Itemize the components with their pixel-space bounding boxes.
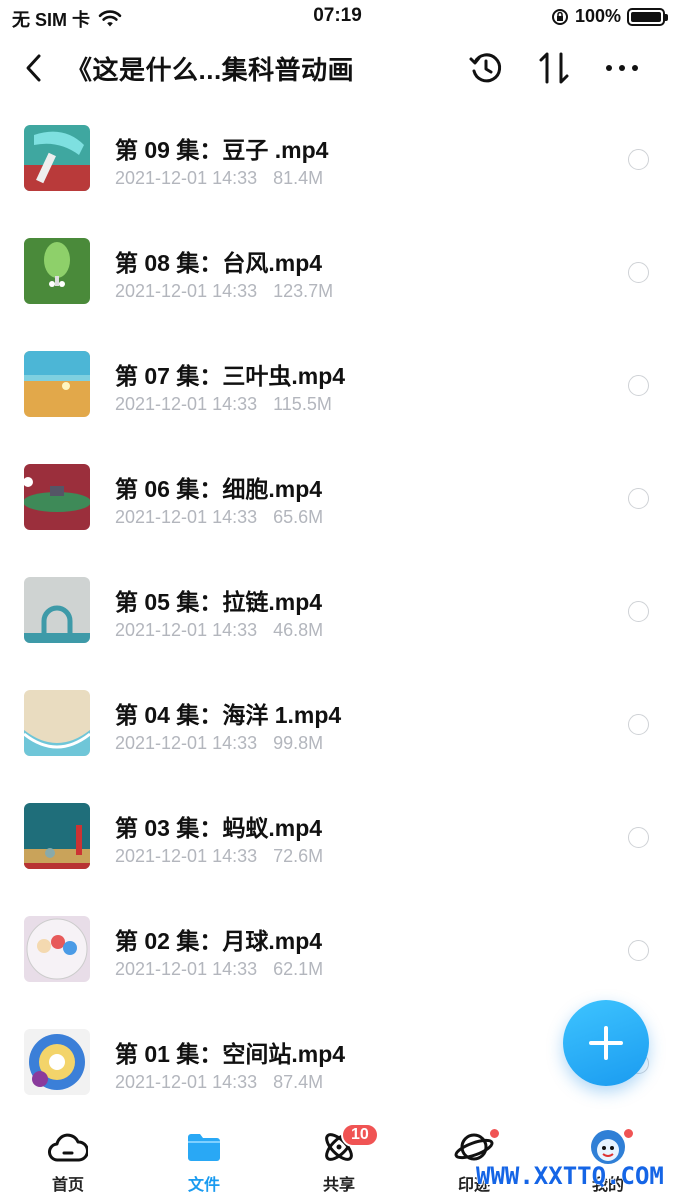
sort-button[interactable] bbox=[534, 48, 574, 88]
file-date: 2021-12-01 14:33 bbox=[115, 394, 258, 414]
file-size: 81.4M bbox=[273, 168, 324, 188]
file-name: 第 04 集：海洋 1.mp4 bbox=[115, 702, 342, 728]
file-list: 第 09 集：豆子 .mp4 2021-12-01 14:33 81.4M 第 0… bbox=[0, 102, 675, 1119]
file-meta: 2021-12-01 14:33 81.4M bbox=[115, 168, 323, 189]
file-size: 46.8M bbox=[273, 620, 324, 640]
file-name: 第 01 集：空间站.mp4 bbox=[115, 1041, 346, 1067]
video-thumbnail bbox=[24, 1029, 90, 1095]
battery-percent: 100% bbox=[574, 6, 621, 26]
site-watermark: WWW.XXTTQ.COM bbox=[476, 1162, 664, 1190]
video-thumbnail bbox=[24, 125, 90, 191]
file-meta: 2021-12-01 14:33 62.1M bbox=[115, 959, 323, 980]
select-radio[interactable] bbox=[628, 488, 649, 509]
file-list-screen: 无 SIM 卡 07:19 100% 《这是什么...集科普动画 第 09 集：… bbox=[0, 0, 675, 1200]
file-name: 第 02 集：月球.mp4 bbox=[115, 928, 323, 954]
file-meta: 2021-12-01 14:33 123.7M bbox=[115, 281, 333, 302]
file-row[interactable]: 第 02 集：月球.mp4 2021-12-01 14:33 62.1M bbox=[0, 893, 675, 1006]
nav-header: 《这是什么...集科普动画 bbox=[0, 38, 675, 98]
file-date: 2021-12-01 14:33 bbox=[115, 168, 258, 188]
notification-dot bbox=[622, 1127, 635, 1140]
tab-home[interactable]: 首页 bbox=[18, 1127, 118, 1197]
battery-icon bbox=[627, 7, 668, 26]
select-radio[interactable] bbox=[628, 375, 649, 396]
file-date: 2021-12-01 14:33 bbox=[115, 281, 258, 301]
sort-icon bbox=[539, 52, 569, 84]
file-date: 2021-12-01 14:33 bbox=[115, 846, 258, 866]
chevron-left-icon bbox=[26, 54, 41, 82]
video-thumbnail bbox=[24, 351, 90, 417]
file-size: 65.6M bbox=[273, 507, 324, 527]
select-radio[interactable] bbox=[628, 262, 649, 283]
status-right: 100% bbox=[551, 6, 668, 27]
select-radio[interactable] bbox=[628, 149, 649, 170]
video-thumbnail bbox=[24, 577, 90, 643]
orientation-lock-icon bbox=[551, 8, 568, 25]
file-meta: 2021-12-01 14:33 87.4M bbox=[115, 1072, 323, 1093]
video-thumbnail bbox=[24, 916, 90, 982]
file-size: 72.6M bbox=[273, 846, 324, 866]
file-meta: 2021-12-01 14:33 65.6M bbox=[115, 507, 323, 528]
file-meta: 2021-12-01 14:33 99.8M bbox=[115, 733, 323, 754]
tab-label: 首页 bbox=[51, 1177, 84, 1194]
file-name: 第 08 集：台风.mp4 bbox=[115, 250, 323, 276]
select-radio[interactable] bbox=[628, 940, 649, 961]
folder-icon bbox=[188, 1134, 220, 1161]
history-icon bbox=[469, 53, 502, 83]
file-date: 2021-12-01 14:33 bbox=[115, 959, 258, 979]
notification-badge: 10 bbox=[341, 1123, 379, 1147]
video-thumbnail bbox=[24, 464, 90, 530]
select-radio[interactable] bbox=[628, 827, 649, 848]
tab-share[interactable]: 10 共享 bbox=[289, 1123, 389, 1197]
file-row[interactable]: 第 06 集：细胞.mp4 2021-12-01 14:33 65.6M bbox=[0, 441, 675, 554]
page-title: 《这是什么...集科普动画 bbox=[66, 55, 355, 85]
file-size: 99.8M bbox=[273, 733, 324, 753]
tab-label: 文件 bbox=[187, 1177, 220, 1194]
file-meta: 2021-12-01 14:33 72.6M bbox=[115, 846, 323, 867]
file-size: 115.5M bbox=[273, 394, 332, 414]
add-button[interactable] bbox=[563, 1000, 649, 1086]
file-date: 2021-12-01 14:33 bbox=[115, 620, 258, 640]
file-name: 第 09 集：豆子 .mp4 bbox=[115, 137, 329, 163]
file-name: 第 05 集：拉链.mp4 bbox=[115, 589, 323, 615]
more-icon bbox=[606, 65, 638, 71]
file-size: 62.1M bbox=[273, 959, 324, 979]
select-radio[interactable] bbox=[628, 714, 649, 735]
video-thumbnail bbox=[24, 803, 90, 869]
file-date: 2021-12-01 14:33 bbox=[115, 507, 258, 527]
file-row[interactable]: 第 08 集：台风.mp4 2021-12-01 14:33 123.7M bbox=[0, 215, 675, 328]
more-button[interactable] bbox=[602, 48, 642, 88]
file-row[interactable]: 第 03 集：蚂蚁.mp4 2021-12-01 14:33 72.6M bbox=[0, 780, 675, 893]
plus-icon bbox=[589, 1026, 623, 1060]
video-thumbnail bbox=[24, 690, 90, 756]
notification-dot bbox=[488, 1127, 501, 1140]
status-bar: 无 SIM 卡 07:19 100% bbox=[0, 0, 675, 34]
tab-label: 共享 bbox=[322, 1177, 355, 1194]
tab-files[interactable]: 文件 bbox=[154, 1127, 254, 1197]
file-name: 第 06 集：细胞.mp4 bbox=[115, 476, 323, 502]
file-date: 2021-12-01 14:33 bbox=[115, 733, 258, 753]
back-button[interactable] bbox=[16, 48, 52, 88]
history-button[interactable] bbox=[466, 48, 506, 88]
file-row[interactable]: 第 05 集：拉链.mp4 2021-12-01 14:33 46.8M bbox=[0, 554, 675, 667]
file-name: 第 03 集：蚂蚁.mp4 bbox=[115, 815, 323, 841]
video-thumbnail bbox=[24, 238, 90, 304]
file-row[interactable]: 第 04 集：海洋 1.mp4 2021-12-01 14:33 99.8M bbox=[0, 667, 675, 780]
file-row[interactable]: 第 09 集：豆子 .mp4 2021-12-01 14:33 81.4M bbox=[0, 102, 675, 215]
file-meta: 2021-12-01 14:33 115.5M bbox=[115, 394, 332, 415]
file-size: 123.7M bbox=[273, 281, 334, 301]
file-size: 87.4M bbox=[273, 1072, 324, 1092]
file-row[interactable]: 第 07 集：三叶虫.mp4 2021-12-01 14:33 115.5M bbox=[0, 328, 675, 441]
cloud-icon bbox=[48, 1133, 88, 1162]
file-name: 第 07 集：三叶虫.mp4 bbox=[115, 363, 346, 389]
file-meta: 2021-12-01 14:33 46.8M bbox=[115, 620, 323, 641]
select-radio[interactable] bbox=[628, 601, 649, 622]
file-date: 2021-12-01 14:33 bbox=[115, 1072, 258, 1092]
